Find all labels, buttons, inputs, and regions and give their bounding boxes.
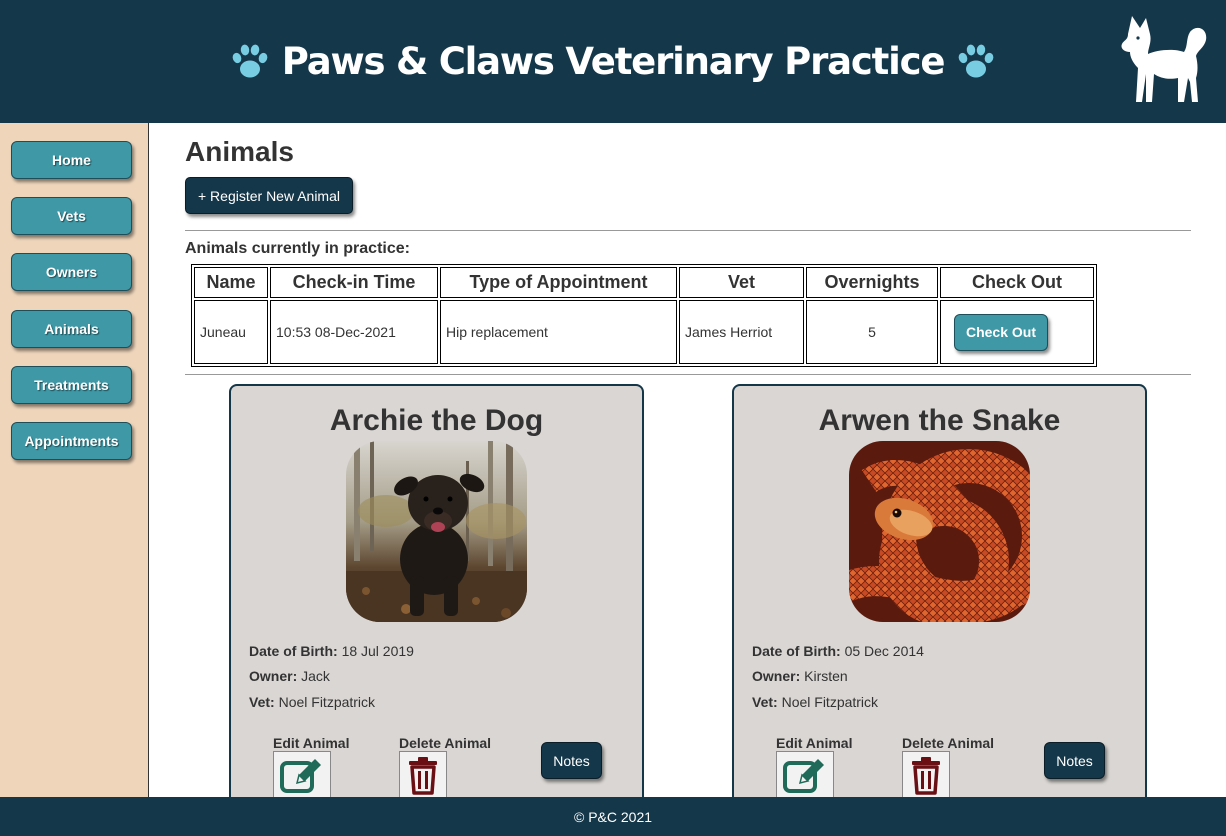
owner-value: Kirsten xyxy=(804,668,848,684)
animal-dob: Date of Birth: 18 Jul 2019 xyxy=(249,643,414,659)
sidebar-item-appointments[interactable]: Appointments xyxy=(11,422,132,460)
animal-card-title: Arwen the Snake xyxy=(818,404,1061,437)
delete-animal-label: Delete Animal xyxy=(399,735,492,751)
edit-animal-label: Edit Animal xyxy=(776,735,853,751)
animal-card: Arwen the Snake Date of Birth: 05 Dec 20… xyxy=(732,384,1147,797)
paw-icon xyxy=(958,44,994,77)
column-header-name: Name xyxy=(194,267,268,298)
footer-copyright: © P&C 2021 xyxy=(573,808,653,825)
animal-vet: Vet: Noel Fitzpatrick xyxy=(249,694,375,710)
animal-photo xyxy=(849,441,1030,622)
owner-value: Jack xyxy=(301,668,330,684)
animal-card: Archie the Dog Date of Birth: 18 Jul 201… xyxy=(229,384,644,797)
cell-overnights: 5 xyxy=(806,300,938,364)
sidebar-item-vets[interactable]: Vets xyxy=(11,197,132,235)
table-header-row: Name Check-in Time Type of Appointment V… xyxy=(194,267,1094,298)
in-practice-table: Name Check-in Time Type of Appointment V… xyxy=(191,264,1097,367)
trash-icon xyxy=(912,757,940,795)
paw-icon xyxy=(232,44,268,77)
sidebar-item-home[interactable]: Home xyxy=(11,141,132,179)
animal-photo xyxy=(346,441,527,622)
register-new-animal-button[interactable]: + Register New Animal xyxy=(185,177,353,214)
delete-animal-button[interactable] xyxy=(399,751,447,797)
delete-animal-button[interactable] xyxy=(902,751,950,797)
dob-label: Date of Birth: xyxy=(752,643,841,659)
column-header-checkin-time: Check-in Time xyxy=(270,267,438,298)
snake-photo-image xyxy=(849,441,1030,622)
vet-label: Vet: xyxy=(752,694,778,710)
dog-photo-image xyxy=(346,441,527,622)
dob-value: 05 Dec 2014 xyxy=(844,643,924,659)
cell-animal-name: Juneau xyxy=(194,300,268,364)
divider xyxy=(185,230,1191,231)
site-header: Paws & Claws Veterinary Practice xyxy=(0,0,1226,123)
delete-animal-label: Delete Animal xyxy=(902,735,995,751)
check-out-button[interactable]: Check Out xyxy=(954,313,1048,351)
site-footer: © P&C 2021 xyxy=(0,797,1226,836)
owner-label: Owner: xyxy=(752,668,801,684)
divider xyxy=(185,374,1191,375)
edit-animal-button[interactable] xyxy=(776,751,834,797)
sidebar-item-treatments[interactable]: Treatments xyxy=(11,366,132,404)
vet-value: Noel Fitzpatrick xyxy=(278,694,376,710)
column-header-appointment-type: Type of Appointment xyxy=(440,267,677,298)
animal-card-title: Archie the Dog xyxy=(329,404,544,437)
page-title: Animals xyxy=(185,136,294,167)
vet-value: Noel Fitzpatrick xyxy=(781,694,879,710)
edit-icon xyxy=(783,759,824,793)
edit-animal-label: Edit Animal xyxy=(273,735,350,751)
header-title-group: Paws & Claws Veterinary Practice xyxy=(0,0,1226,123)
notes-button[interactable]: Notes xyxy=(541,742,602,779)
cell-check-out: Check Out xyxy=(940,300,1094,364)
table-row: Juneau 10:53 08-Dec-2021 Hip replacement… xyxy=(194,300,1094,364)
column-header-vet: Vet xyxy=(679,267,804,298)
main-content: Animals + Register New Animal Animals cu… xyxy=(149,123,1226,797)
cell-appointment-type: Hip replacement xyxy=(440,300,677,364)
cell-vet: James Herriot xyxy=(679,300,804,364)
animal-owner: Owner: Kirsten xyxy=(752,668,848,684)
column-header-check-out: Check Out xyxy=(940,267,1094,298)
dob-label: Date of Birth: xyxy=(249,643,338,659)
sidebar-item-animals[interactable]: Animals xyxy=(11,310,132,348)
sidebar-item-owners[interactable]: Owners xyxy=(11,253,132,291)
sidebar-nav: Home Vets Owners Animals Treatments Appo… xyxy=(0,123,149,797)
dob-value: 18 Jul 2019 xyxy=(341,643,414,659)
trash-icon xyxy=(409,757,437,795)
dog-logo-icon xyxy=(1121,16,1207,102)
edit-icon xyxy=(280,759,321,793)
table-caption: Animals currently in practice: xyxy=(185,240,410,257)
vet-label: Vet: xyxy=(249,694,275,710)
site-title: Paws & Claws Veterinary Practice xyxy=(281,40,946,83)
cell-checkin-time: 10:53 08-Dec-2021 xyxy=(270,300,438,364)
animal-dob: Date of Birth: 05 Dec 2014 xyxy=(752,643,924,659)
notes-button[interactable]: Notes xyxy=(1044,742,1105,779)
column-header-overnights: Overnights xyxy=(806,267,938,298)
animal-owner: Owner: Jack xyxy=(249,668,330,684)
edit-animal-button[interactable] xyxy=(273,751,331,797)
owner-label: Owner: xyxy=(249,668,298,684)
animal-vet: Vet: Noel Fitzpatrick xyxy=(752,694,878,710)
